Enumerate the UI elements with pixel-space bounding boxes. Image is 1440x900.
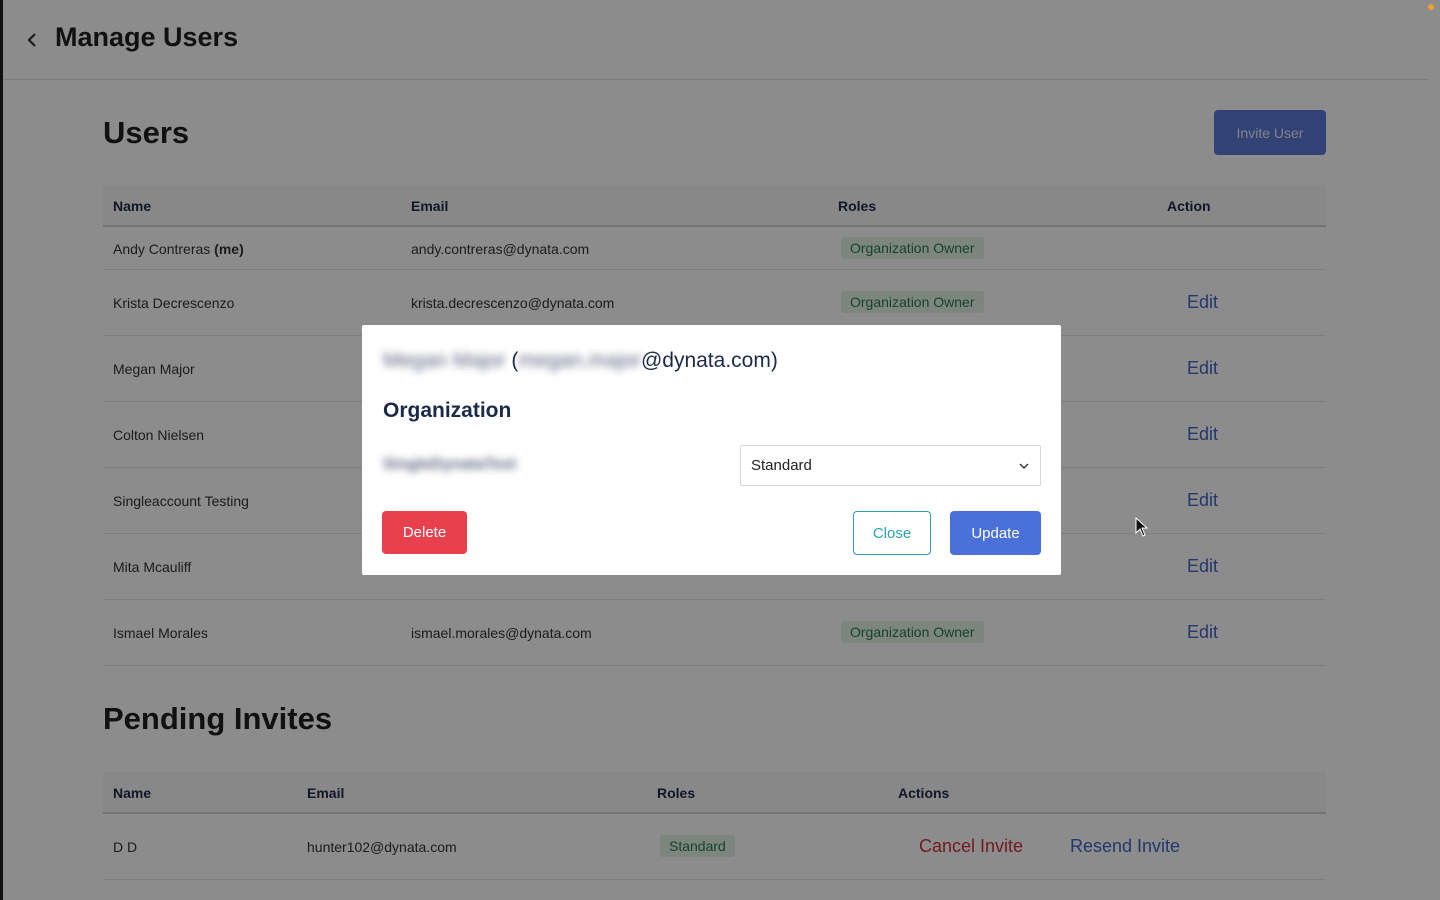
dialog-email-domain: @dynata.com) <box>640 349 778 372</box>
dialog-title: Megan Major ( megan.major @dynata.com) <box>383 349 778 373</box>
close-button[interactable]: Close <box>853 511 931 555</box>
dialog-user-name: Megan Major <box>383 349 506 372</box>
dialog-title-paren: ( <box>505 349 519 372</box>
update-button[interactable]: Update <box>950 511 1041 555</box>
delete-button[interactable]: Delete <box>382 511 467 554</box>
role-select[interactable]: Standard <box>740 445 1041 486</box>
organization-name: SingleDynataTest <box>383 456 517 473</box>
organization-heading: Organization <box>383 399 512 422</box>
edit-user-dialog: Megan Major ( megan.major @dynata.com) O… <box>362 325 1061 575</box>
mouse-pointer-icon <box>1135 517 1149 537</box>
chevron-down-icon <box>1019 463 1029 469</box>
status-indicator <box>1428 4 1434 10</box>
role-select-value: Standard <box>751 457 812 474</box>
dialog-email-local: megan.major <box>518 349 641 372</box>
